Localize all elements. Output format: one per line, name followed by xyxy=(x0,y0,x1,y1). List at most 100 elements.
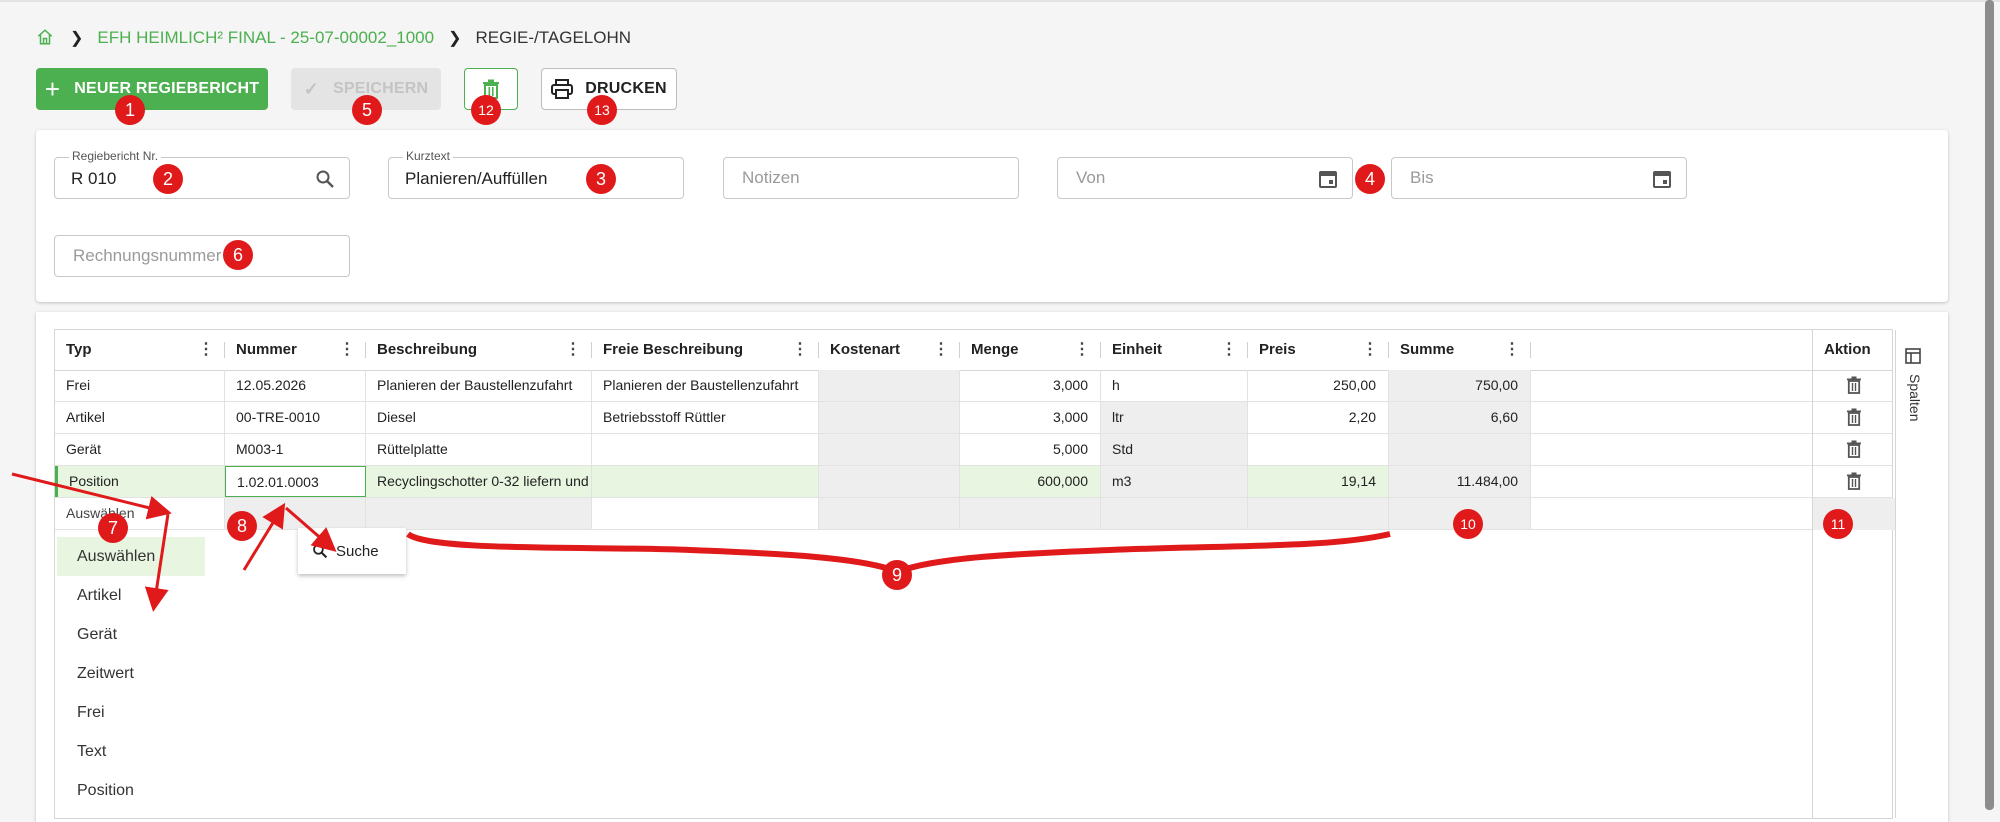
kurztext-field[interactable]: Kurztext Planieren/Auffüllen xyxy=(388,149,684,199)
new-report-button[interactable]: + NEUER REGIEBERICHT xyxy=(36,68,268,110)
trash-icon[interactable] xyxy=(1846,440,1862,458)
cell-preis[interactable] xyxy=(1248,434,1389,465)
table-row[interactable]: Gerät M003-1 Rüttelplatte 5,000 Std xyxy=(55,434,1892,466)
cell-preis[interactable]: 250,00 xyxy=(1248,370,1389,401)
rechnungsnummer-field[interactable] xyxy=(54,235,350,277)
cell-menge[interactable]: 600,000 xyxy=(960,466,1101,497)
dropdown-option[interactable]: Zeitwert xyxy=(57,654,217,693)
column-header-beschreibung[interactable]: Beschreibung ⋮ xyxy=(366,330,592,370)
cell-kostenart[interactable] xyxy=(819,370,960,401)
vertical-scrollbar[interactable] xyxy=(1985,0,1994,810)
cell-nummer[interactable]: 00-TRE-0010 xyxy=(225,402,366,433)
search-icon[interactable] xyxy=(315,169,335,189)
regiebericht-field[interactable]: Regiebericht Nr. R 010 xyxy=(54,149,350,199)
cell-preis[interactable]: 2,20 xyxy=(1248,402,1389,433)
column-menu-icon[interactable]: ⋮ xyxy=(198,339,214,359)
column-menu-icon[interactable]: ⋮ xyxy=(792,339,808,359)
column-menu-icon[interactable]: ⋮ xyxy=(933,339,949,359)
breadcrumb-project-link[interactable]: EFH HEIMLICH² FINAL - 25-07-00002_1000 xyxy=(97,28,434,48)
dropdown-option[interactable]: Artikel xyxy=(57,576,217,615)
cell-freie-beschreibung[interactable] xyxy=(592,498,819,529)
notizen-field[interactable] xyxy=(723,157,1019,199)
column-menu-icon[interactable]: ⋮ xyxy=(1074,339,1090,359)
column-menu-icon[interactable]: ⋮ xyxy=(1221,339,1237,359)
cell-menge[interactable]: 5,000 xyxy=(960,434,1101,465)
column-header-menge[interactable]: Menge ⋮ xyxy=(960,330,1101,370)
cell-nummer-editing[interactable]: 1.02.01.0003 xyxy=(225,466,366,497)
column-title: Preis xyxy=(1259,341,1296,358)
cell-freie-beschreibung[interactable] xyxy=(592,466,819,497)
column-title: Nummer xyxy=(236,341,297,358)
cell-freie-beschreibung[interactable]: Betriebsstoff Rüttler xyxy=(592,402,819,433)
column-header-kostenart[interactable]: Kostenart ⋮ xyxy=(819,330,960,370)
cell-kostenart[interactable] xyxy=(819,498,960,529)
column-menu-icon[interactable]: ⋮ xyxy=(1504,339,1520,359)
cell-typ[interactable]: Frei xyxy=(55,370,225,401)
cell-menge[interactable]: 3,000 xyxy=(960,370,1101,401)
dropdown-option[interactable]: Frei xyxy=(57,693,217,732)
cell-einheit[interactable] xyxy=(1101,498,1248,529)
cell-kostenart[interactable] xyxy=(819,402,960,433)
cell-menge[interactable]: 3,000 xyxy=(960,402,1101,433)
cell-einheit[interactable]: ltr xyxy=(1101,402,1248,433)
dropdown-option[interactable]: Position xyxy=(57,771,217,810)
cell-einheit[interactable]: h xyxy=(1101,370,1248,401)
cell-aktion xyxy=(1813,434,1895,466)
calendar-icon[interactable] xyxy=(1318,169,1338,189)
column-menu-icon[interactable]: ⋮ xyxy=(1362,339,1378,359)
cell-einheit[interactable]: Std xyxy=(1101,434,1248,465)
home-icon[interactable] xyxy=(36,28,56,48)
von-input[interactable] xyxy=(1074,167,1308,189)
bis-input[interactable] xyxy=(1408,167,1642,189)
column-title: Typ xyxy=(66,341,92,358)
cell-beschreibung[interactable]: Recyclingschotter 0-32 liefern und xyxy=(366,466,592,497)
table-row-new[interactable]: Auswählen xyxy=(55,498,1895,530)
column-header-freie-beschreibung[interactable]: Freie Beschreibung ⋮ xyxy=(592,330,819,370)
table-row[interactable]: Artikel 00-TRE-0010 Diesel Betriebsstoff… xyxy=(55,402,1892,434)
column-header-summe[interactable]: Summe ⋮ xyxy=(1389,330,1531,370)
cell-beschreibung[interactable] xyxy=(366,498,592,529)
columns-panel-toggle[interactable]: Spalten xyxy=(1905,348,1925,421)
column-header-aktion: Aktion xyxy=(1813,330,1895,370)
column-menu-icon[interactable]: ⋮ xyxy=(339,339,355,359)
cell-beschreibung[interactable]: Rüttelplatte xyxy=(366,434,592,465)
dropdown-option[interactable]: Auswählen xyxy=(57,537,205,576)
cell-beschreibung[interactable]: Planieren der Baustellenzufahrt xyxy=(366,370,592,401)
column-header-typ[interactable]: Typ ⋮ xyxy=(55,330,225,370)
cell-preis[interactable] xyxy=(1248,498,1389,529)
cell-nummer[interactable]: 12.05.2026 xyxy=(225,370,366,401)
cell-beschreibung[interactable]: Diesel xyxy=(366,402,592,433)
column-menu-icon[interactable]: ⋮ xyxy=(565,339,581,359)
cell-typ-select[interactable]: Auswählen xyxy=(55,498,225,529)
cell-freie-beschreibung[interactable] xyxy=(592,434,819,465)
dropdown-option[interactable]: Text xyxy=(57,732,217,771)
dropdown-option[interactable]: Gerät xyxy=(57,615,217,654)
cell-nummer[interactable]: M003-1 xyxy=(225,434,366,465)
cell-freie-beschreibung[interactable]: Planieren der Baustellenzufahrt xyxy=(592,370,819,401)
cell-einheit[interactable]: m3 xyxy=(1101,466,1248,497)
rechnungsnummer-input[interactable] xyxy=(71,245,305,267)
column-header-preis[interactable]: Preis ⋮ xyxy=(1248,330,1389,370)
bis-date-field[interactable] xyxy=(1391,157,1687,199)
plus-icon: + xyxy=(44,74,61,104)
table-row[interactable]: Frei 12.05.2026 Planieren der Baustellen… xyxy=(55,370,1892,402)
column-header-einheit[interactable]: Einheit ⋮ xyxy=(1101,330,1248,370)
table-row-selected[interactable]: Position 1.02.01.0003 Recyclingschotter … xyxy=(55,466,1892,498)
von-date-field[interactable] xyxy=(1057,157,1353,199)
search-popup[interactable]: Suche xyxy=(298,528,406,574)
notizen-input[interactable] xyxy=(740,167,974,189)
trash-icon[interactable] xyxy=(1846,376,1862,394)
trash-icon[interactable] xyxy=(1846,408,1862,426)
cell-typ[interactable]: Gerät xyxy=(55,434,225,465)
cell-typ[interactable]: Position xyxy=(55,466,225,497)
cell-menge[interactable] xyxy=(960,498,1101,529)
cell-summe: 6,60 xyxy=(1389,402,1531,433)
cell-kostenart[interactable] xyxy=(819,466,960,497)
cell-typ[interactable]: Artikel xyxy=(55,402,225,433)
trash-icon[interactable] xyxy=(1846,472,1862,490)
cell-preis[interactable]: 19,14 xyxy=(1248,466,1389,497)
new-report-label: NEUER REGIEBERICHT xyxy=(74,80,260,97)
column-header-nummer[interactable]: Nummer ⋮ xyxy=(225,330,366,370)
cell-kostenart[interactable] xyxy=(819,434,960,465)
calendar-icon[interactable] xyxy=(1652,169,1672,189)
